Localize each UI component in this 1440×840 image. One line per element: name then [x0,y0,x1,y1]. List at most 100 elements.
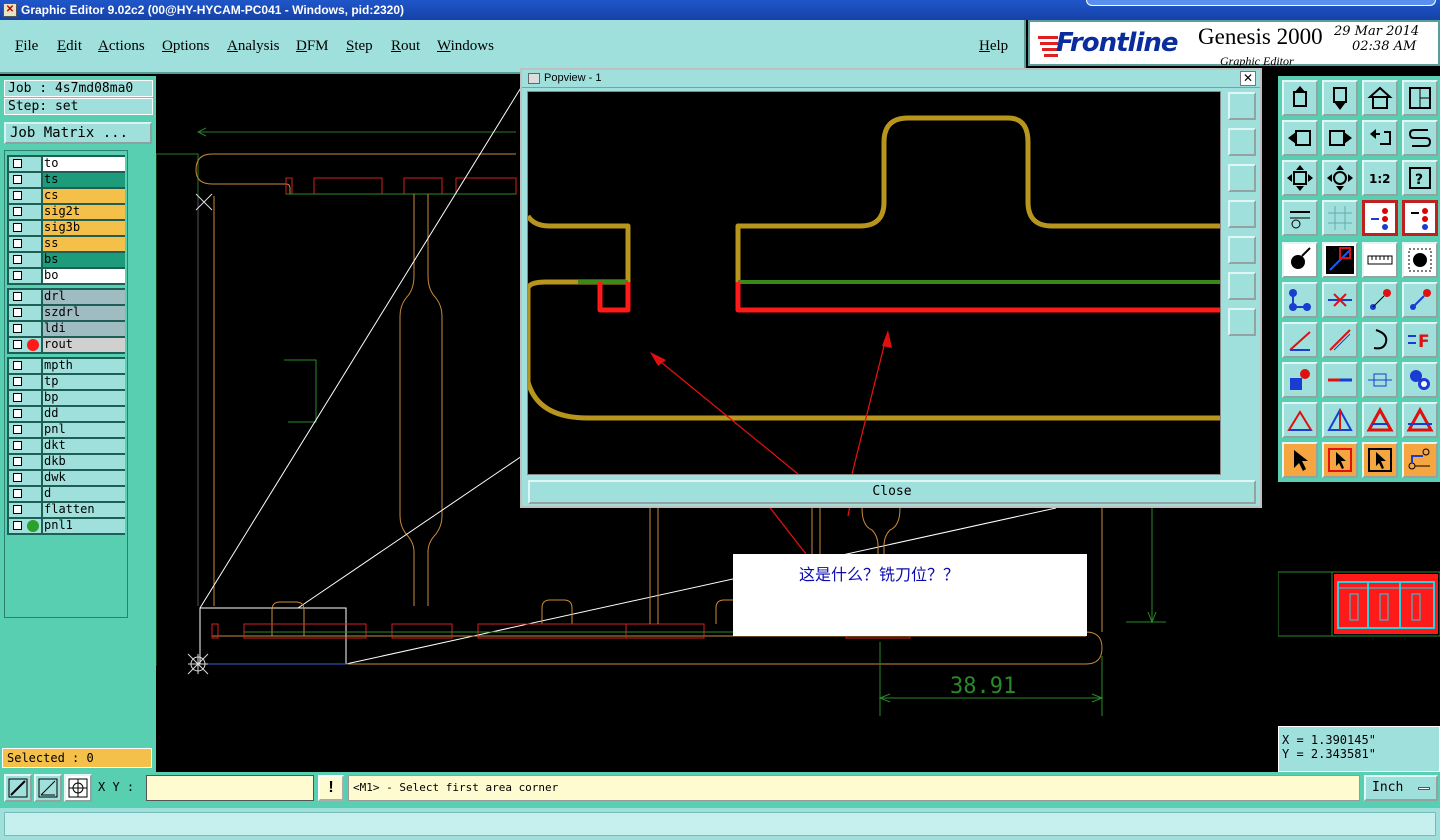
layer-row-sig3b[interactable]: sig3b [8,220,125,236]
zoom-center-icon[interactable] [1322,160,1358,196]
layer-checkbox[interactable] [9,253,41,267]
layer-row-ss[interactable]: ss [8,236,125,252]
select-area-icon[interactable] [1362,442,1398,478]
layer-row-cs[interactable]: cs [8,188,125,204]
popview-zoom-in-icon[interactable] [1228,308,1256,336]
scale-one-to-two-icon[interactable]: 1:2 [1362,160,1398,196]
layer-checkbox[interactable] [9,173,41,187]
triangle-join-icon[interactable] [1322,402,1358,438]
layer-name[interactable]: bp [43,391,125,405]
layer-checkbox[interactable] [9,189,41,203]
layer-name[interactable]: dkb [43,455,125,469]
popview-pan-right-icon[interactable] [1228,236,1256,264]
help-question-icon[interactable]: ? [1402,160,1438,196]
menu-step[interactable]: Step [346,38,373,55]
select-net-icon[interactable] [1402,442,1438,478]
layer-row-bo[interactable]: bo [8,268,125,284]
layer-row-mpth[interactable]: mpth [8,358,125,374]
pan-right-icon[interactable] [1322,120,1358,156]
layer-row-szdrl[interactable]: szdrl [8,305,125,321]
layer-checkbox[interactable] [9,157,41,171]
pan-down-icon[interactable] [1322,80,1358,116]
units-select[interactable]: Inch [1364,775,1438,801]
select-box-icon[interactable] [1322,442,1358,478]
mini-map[interactable] [1277,484,1440,724]
popview-zoom-out-icon[interactable] [1228,272,1256,300]
layer-checkbox[interactable] [9,221,41,235]
layer-row-bs[interactable]: bs [8,252,125,268]
layer-name[interactable]: dkt [43,439,125,453]
popview-pan-left-icon[interactable] [1228,200,1256,228]
layer-name[interactable]: tp [43,375,125,389]
menu-edit[interactable]: Edit [57,38,82,55]
redraw-icon[interactable] [1402,120,1438,156]
layer-name[interactable]: sig2t [43,205,125,219]
layer-name[interactable]: flatten [43,503,125,517]
layer-checkbox[interactable] [9,503,41,517]
move-pad-icon[interactable] [1362,282,1398,318]
layer-row-dkt[interactable]: dkt [8,438,125,454]
popview-pan-up-icon[interactable] [1228,128,1256,156]
menu-options[interactable]: Options [162,38,210,55]
pan-up-icon[interactable] [1282,80,1318,116]
grid-mode-icon[interactable] [64,774,92,802]
layer-name[interactable]: to [43,157,125,171]
menu-windows[interactable]: Windows [437,38,494,55]
measure-distance-icon[interactable] [1362,362,1398,398]
menu-analysis[interactable]: Analysis [227,38,280,55]
pan-left-icon[interactable] [1282,120,1318,156]
layer-row-rout[interactable]: rout [8,337,125,353]
layer-checkbox[interactable] [9,338,41,352]
layer-row-pnl[interactable]: pnl [8,422,125,438]
layer-name[interactable]: mpth [43,359,125,373]
layer-checkbox[interactable] [9,205,41,219]
layer-checkbox[interactable] [9,290,41,304]
diagonal-line-icon[interactable] [1322,322,1358,358]
zoom-fit-icon[interactable] [1282,160,1318,196]
layer-name[interactable]: sig3b [43,221,125,235]
layer-checkbox[interactable] [9,423,41,437]
layer-name[interactable]: dd [43,407,125,421]
home-icon[interactable] [1362,80,1398,116]
angle-mode-icon[interactable] [34,774,62,802]
window-controls[interactable] [1086,0,1436,6]
layer-checkbox[interactable] [9,487,41,501]
layer-checkbox[interactable] [9,359,41,373]
connect-pads-icon[interactable] [1282,282,1318,318]
layer-name[interactable]: drl [43,290,125,304]
menu-help[interactable]: Help [979,38,1008,55]
layer-name[interactable]: ss [43,237,125,251]
select-pads-icon[interactable] [1402,362,1438,398]
feature-f-icon[interactable]: F [1402,322,1438,358]
warning-button[interactable]: ! [318,775,344,801]
layer-checkbox[interactable] [9,407,41,421]
add-line-icon[interactable] [1322,242,1358,278]
layer-name[interactable]: ts [43,173,125,187]
add-surface-icon[interactable] [1402,242,1438,278]
layer-row-bp[interactable]: bp [8,390,125,406]
layer-row-flatten[interactable]: flatten [8,502,125,518]
layer-row-sig2t[interactable]: sig2t [8,204,125,220]
layer-name[interactable]: ldi [43,322,125,336]
layer-checkbox[interactable] [9,471,41,485]
layer-row-ldi[interactable]: ldi [8,321,125,337]
layer-name[interactable]: bo [43,269,125,283]
popview-canvas[interactable] [527,91,1221,475]
layer-name[interactable]: rout [43,338,125,352]
split-line-icon[interactable] [1322,362,1358,398]
layer-name[interactable]: pnl1 [43,519,125,533]
menu-dfm[interactable]: DFM [296,38,329,55]
layer-checkbox[interactable] [9,455,41,469]
measure-tool-icon[interactable] [1282,200,1318,236]
layer-checkbox[interactable] [9,391,41,405]
add-pad-red-icon[interactable] [1282,362,1318,398]
layer-checkbox[interactable] [9,439,41,453]
grid-icon[interactable] [1322,200,1358,236]
layer-row-dd[interactable]: dd [8,406,125,422]
layer-name[interactable]: bs [43,253,125,267]
layer-row-tp[interactable]: tp [8,374,125,390]
layer-snap-alt-icon[interactable] [1402,200,1438,236]
layer-snap-icon[interactable] [1362,200,1398,236]
layer-row-dkb[interactable]: dkb [8,454,125,470]
triangle-split-icon[interactable] [1362,402,1398,438]
